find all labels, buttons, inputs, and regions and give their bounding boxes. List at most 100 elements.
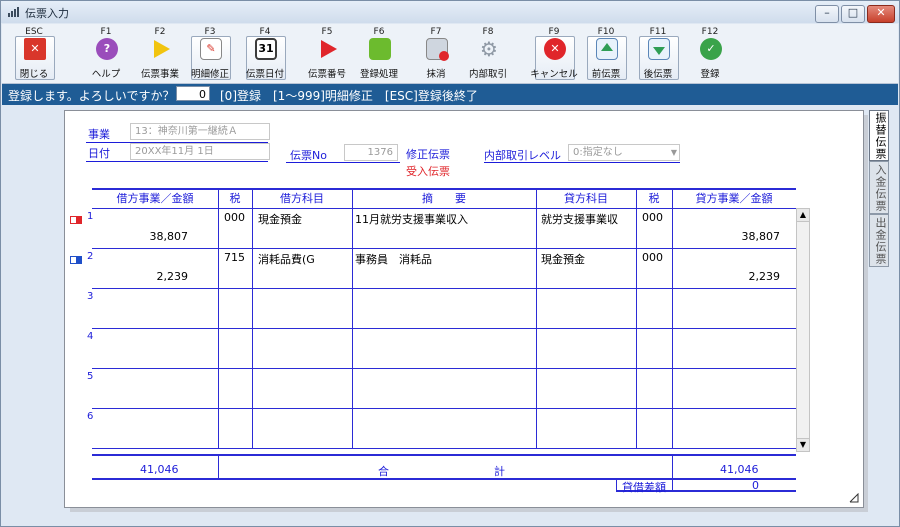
chevron-down-icon: ▼ [670,148,677,157]
totals-divider [218,456,219,478]
column-header: 貸方科目 [564,192,608,205]
jigyo-field[interactable]: 13：神奈川第一継続Ａ [130,123,270,140]
grid-row-border [92,248,796,249]
toolbar-button-label: 内部取引 [468,69,507,80]
toolbar-key-label: F4 [259,27,271,37]
cell-debit-amount[interactable]: 38,807 [96,230,189,243]
toolbar-key-label: F2 [154,27,166,37]
totals-divider [672,456,673,490]
toolbar-button-f2[interactable]: F2 伝票事業 [136,24,184,82]
confirm-input[interactable]: 0 [176,86,210,101]
toolbar-button-label: ヘルプ [91,69,121,80]
grid-header-border [92,208,796,209]
column-header: 貸方事業／金額 [695,192,773,205]
date-label: 日付 [88,147,110,160]
cell-debit-account[interactable]: 現金預金 [258,211,350,227]
grid-column-divider [536,188,537,448]
toolbar-button-f7[interactable]: F7 抹消 [412,24,460,82]
internal-level-select[interactable]: 0:指定なし ▼ [568,144,680,161]
next-voucher-icon [648,38,670,60]
jigyo-label: 事業 [88,128,110,141]
diff-label: 貸借差額 [622,481,666,494]
toolbar-button-f11[interactable]: F11 後伝票 [634,24,682,82]
toolbar-button-f4[interactable]: F4 31 伝票日付 [241,24,289,82]
toolbar-key-label: F5 [321,27,333,37]
cell-summary[interactable]: 事務員 消耗品 [355,251,533,267]
status-hint: [0]登録 [1～999]明細修正 [ESC]登録後終了 [220,89,478,103]
cell-tax2[interactable]: 000 [642,211,670,224]
toolbar-button-f8[interactable]: F8 ⚙ 内部取引 [464,24,512,82]
cell-tax2[interactable]: 000 [642,251,670,264]
close-button[interactable]: ✕ [867,5,895,23]
play-arrow-icon [150,38,172,60]
voucher-no-label: 伝票No [290,149,327,162]
cell-debit-account[interactable]: 消耗品費(G [258,251,350,267]
window-title: 伝票入力 [25,7,69,20]
toolbar-button-f12[interactable]: F12 ✓ 登録 [686,24,734,82]
maximize-button[interactable]: □ [841,5,865,23]
toolbar-button-label: 登録 [700,69,720,80]
cell-tax1[interactable]: 000 [224,211,252,224]
total-label-right: 計 [494,465,505,478]
date-field[interactable]: 20XX年11月 1日 [130,143,270,160]
grid-column-divider [352,188,353,448]
row-marker-icon[interactable] [70,216,82,224]
delete-doc-icon [426,38,449,61]
grid-row-border [92,368,796,369]
side-tab-transfer[interactable]: 振替伝票 [869,110,889,161]
grid-row-border [92,448,796,449]
toolbar-button-label: 伝票日付 [245,69,284,80]
cell-credit-account[interactable]: 就労支援事業収 [541,211,633,227]
column-header: 税 [229,192,241,205]
voucher-no-field[interactable]: 1376 [344,144,398,161]
cell-debit-amount[interactable]: 2,239 [96,270,189,283]
grid-row-border [92,288,796,289]
grid-row-border [92,408,796,409]
register-book-icon [369,38,391,60]
toolbar-key-label: F7 [430,27,442,37]
cell-credit-amount[interactable]: 2,239 [676,270,781,283]
toolbar-key-label: F11 [649,27,667,37]
toolbar-button-f6[interactable]: F6 登録処理 [355,24,403,82]
toolbar-button-esc[interactable]: ESC ✕ 閉じる [10,24,58,82]
play-red-icon [317,38,339,60]
row-number: 6 [87,411,94,422]
toolbar-button-f9[interactable]: F9 ✕ キャンセル [530,24,578,82]
voucher-no-underline [286,162,400,163]
toolbar-button-f10[interactable]: F10 前伝票 [582,24,630,82]
grid-scrollbar[interactable]: ▲ ▼ [796,208,810,452]
toolbar-key-label: F1 [100,27,112,37]
scroll-down-icon[interactable]: ▼ [797,438,809,451]
calendar-icon: 31 [255,38,277,60]
mode-label: 修正伝票 [406,148,450,161]
toolbar-button-label: 登録処理 [359,69,398,80]
totals-mid-border [92,478,796,480]
toolbar-key-label: F12 [701,27,719,37]
status-bar: 登録します。よろしいですか？ 0 [0]登録 [1～999]明細修正 [ESC]… [2,84,898,105]
scroll-up-icon[interactable]: ▲ [797,209,809,222]
toolbar-button-label: 前伝票 [591,69,621,80]
toolbar-button-label: 後伝票 [643,69,673,80]
toolbar-button-f5[interactable]: F5 伝票番号 [303,24,351,82]
resize-grip-icon[interactable] [849,493,859,503]
total-label-left: 合 [378,465,389,478]
gear-icon: ⚙ [480,37,498,61]
cell-credit-account[interactable]: 現金預金 [541,251,633,267]
cell-tax1[interactable]: 715 [224,251,252,264]
minimize-button[interactable]: – [815,5,839,23]
help-icon: ? [96,38,118,60]
row-marker-icon[interactable] [70,256,82,264]
toolbar-button-f1[interactable]: F1? ヘルプ [82,24,130,82]
cell-summary[interactable]: 11月就労支援事業収入 [355,211,533,227]
column-header: 借方科目 [280,192,324,205]
grid-column-divider [636,188,637,448]
side-tab-withdrawal[interactable]: 出金伝票 [869,214,889,267]
toolbar-button-label: 閉じる [19,69,49,80]
cell-credit-amount[interactable]: 38,807 [676,230,781,243]
row-number: 4 [87,331,94,342]
toolbar-button-label: キャンセル [530,69,578,80]
totals-top-border [92,454,796,456]
toolbar-button-f3[interactable]: F3 ✎ 明細修正 [186,24,234,82]
voucher-type-label: 受入伝票 [406,165,450,178]
side-tab-deposit[interactable]: 入金伝票 [869,161,889,214]
